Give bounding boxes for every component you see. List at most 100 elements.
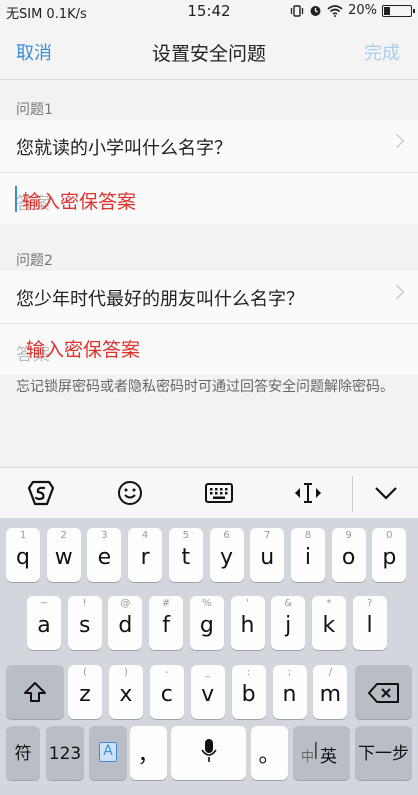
space-key[interactable] bbox=[171, 726, 246, 780]
key-secondary-label: & bbox=[284, 598, 293, 609]
answer-1-input[interactable]: 答案 输入密保答案 bbox=[0, 172, 418, 224]
question-1-select[interactable]: 您就读的小学叫什么名字？ bbox=[0, 120, 418, 172]
key-label: y bbox=[219, 545, 234, 570]
key-z[interactable]: (z bbox=[68, 665, 102, 719]
keyboard-toolbar bbox=[0, 467, 418, 518]
key-label: j bbox=[285, 613, 292, 638]
key-k[interactable]: * k bbox=[311, 596, 346, 650]
battery-percent: 20% bbox=[348, 3, 377, 18]
key-secondary-label: * bbox=[326, 598, 332, 609]
cursor-move-icon[interactable] bbox=[291, 482, 325, 504]
key-q[interactable]: 1q bbox=[6, 528, 40, 582]
done-button[interactable]: 完成 bbox=[364, 39, 400, 65]
language-toggle-key[interactable]: 中 | 英 bbox=[293, 726, 350, 780]
question-2-text: 您少年时代最好的朋友叫什么名字？ bbox=[16, 289, 304, 310]
key-secondary-label: ? bbox=[366, 598, 373, 609]
key-secondary-label: ( bbox=[83, 667, 87, 678]
key-secondary-label: ~ bbox=[39, 598, 49, 609]
key-secondary-label: ; bbox=[287, 667, 292, 678]
key-secondary-label: % bbox=[202, 598, 212, 609]
key-x[interactable]: ) x bbox=[108, 665, 143, 719]
symbols-key[interactable]: 符 bbox=[6, 726, 40, 780]
key-r[interactable]: 4r bbox=[128, 528, 163, 582]
key-g[interactable]: % g bbox=[189, 596, 224, 650]
key-label: n bbox=[282, 682, 297, 707]
collapse-icon[interactable] bbox=[374, 486, 398, 500]
key-label: d bbox=[118, 613, 133, 638]
case-toggle-key[interactable]: A bbox=[89, 726, 127, 780]
answer-2-input[interactable]: 答案 输入密保答案 bbox=[0, 323, 418, 375]
key-secondary-label: 7 bbox=[264, 530, 271, 541]
key-c[interactable]: -c bbox=[149, 665, 184, 719]
chevron-right-icon bbox=[389, 133, 405, 149]
question-1-label: 问题1 bbox=[16, 102, 53, 118]
key-label: q bbox=[16, 545, 30, 570]
case-indicator-icon: A bbox=[99, 742, 117, 762]
key-secondary-label: 9 bbox=[345, 530, 352, 541]
key-m[interactable]: / m bbox=[313, 665, 348, 719]
key-label: t bbox=[181, 545, 191, 570]
next-key[interactable]: 下一步 bbox=[355, 726, 412, 780]
question-2-label: 问题2 bbox=[16, 253, 53, 269]
key-w[interactable]: 2w bbox=[46, 528, 81, 582]
key-v[interactable]: _ v bbox=[190, 665, 225, 719]
numbers-key[interactable]: 123 bbox=[46, 726, 84, 780]
key-f[interactable]: # f bbox=[149, 596, 184, 650]
key-secondary-label: 3 bbox=[101, 530, 108, 541]
key-t[interactable]: 5t bbox=[168, 528, 203, 582]
key-label: e bbox=[97, 545, 112, 570]
key-e[interactable]: 3e bbox=[87, 528, 122, 582]
page-title: 设置安全问题 bbox=[151, 43, 266, 65]
key-h[interactable]: ' h bbox=[230, 596, 265, 650]
key-o[interactable]: 9o bbox=[331, 528, 366, 582]
key-a[interactable]: ~ a bbox=[27, 596, 61, 650]
key-label: p bbox=[382, 545, 397, 570]
key-label: i bbox=[304, 545, 311, 570]
shift-key[interactable] bbox=[6, 665, 64, 719]
key-label: w bbox=[54, 545, 73, 570]
key-j[interactable]: & j bbox=[271, 596, 306, 650]
key-label: v bbox=[201, 682, 215, 707]
key-label: z bbox=[79, 682, 91, 707]
key-secondary-label: / bbox=[328, 667, 333, 678]
key-d[interactable]: @ d bbox=[108, 596, 143, 650]
key-s[interactable]: ! s bbox=[67, 596, 102, 650]
key-i[interactable]: 8i bbox=[290, 528, 325, 582]
hint-text: 忘记锁屏密码或者隐私密码时可通过回答安全问题解除密码。 bbox=[16, 379, 394, 395]
key-secondary-label: ) bbox=[123, 667, 128, 678]
key-label: r bbox=[140, 545, 150, 570]
key-b[interactable]: :b bbox=[231, 665, 266, 719]
emoji-icon[interactable] bbox=[117, 480, 143, 506]
key-label: l bbox=[366, 613, 373, 638]
key-secondary-label: 8 bbox=[304, 530, 312, 541]
question-2-select[interactable]: 您少年时代最好的朋友叫什么名字？ bbox=[0, 271, 418, 323]
key-p[interactable]: 0p bbox=[372, 528, 407, 582]
period-key[interactable]: 。 bbox=[251, 726, 288, 780]
text-cursor bbox=[15, 186, 17, 212]
key-secondary-label: ' bbox=[246, 598, 249, 609]
key-u[interactable]: 7u bbox=[250, 528, 285, 582]
chevron-right-icon bbox=[389, 284, 405, 300]
key-secondary-label: - bbox=[164, 667, 169, 678]
answer-2-overlay-label: 输入密保答案 bbox=[26, 339, 141, 361]
toolbar-divider bbox=[352, 476, 353, 512]
key-secondary-label: 4 bbox=[141, 530, 149, 541]
key-label: g bbox=[199, 613, 214, 638]
microphone-icon bbox=[201, 739, 217, 762]
battery-icon bbox=[382, 4, 415, 17]
key-label: u bbox=[260, 545, 275, 570]
key-secondary-label: @ bbox=[120, 598, 131, 609]
comma-key[interactable]: ， bbox=[130, 726, 167, 780]
key-n[interactable]: ; n bbox=[272, 665, 307, 719]
key-label: m bbox=[319, 682, 342, 707]
key-y[interactable]: 6y bbox=[209, 528, 244, 582]
backspace-key[interactable] bbox=[355, 665, 412, 719]
answer-1-overlay-label: 输入密保答案 bbox=[22, 191, 137, 213]
key-secondary-label: 2 bbox=[60, 530, 67, 541]
key-secondary-label: ! bbox=[82, 598, 87, 609]
keyboard-icon[interactable] bbox=[205, 483, 233, 503]
nav-bar: 取消 设置安全问题 完成 bbox=[0, 22, 418, 80]
key-l[interactable]: ? l bbox=[352, 596, 387, 650]
sogou-logo-icon[interactable] bbox=[27, 480, 55, 506]
key-label: a bbox=[37, 613, 51, 638]
